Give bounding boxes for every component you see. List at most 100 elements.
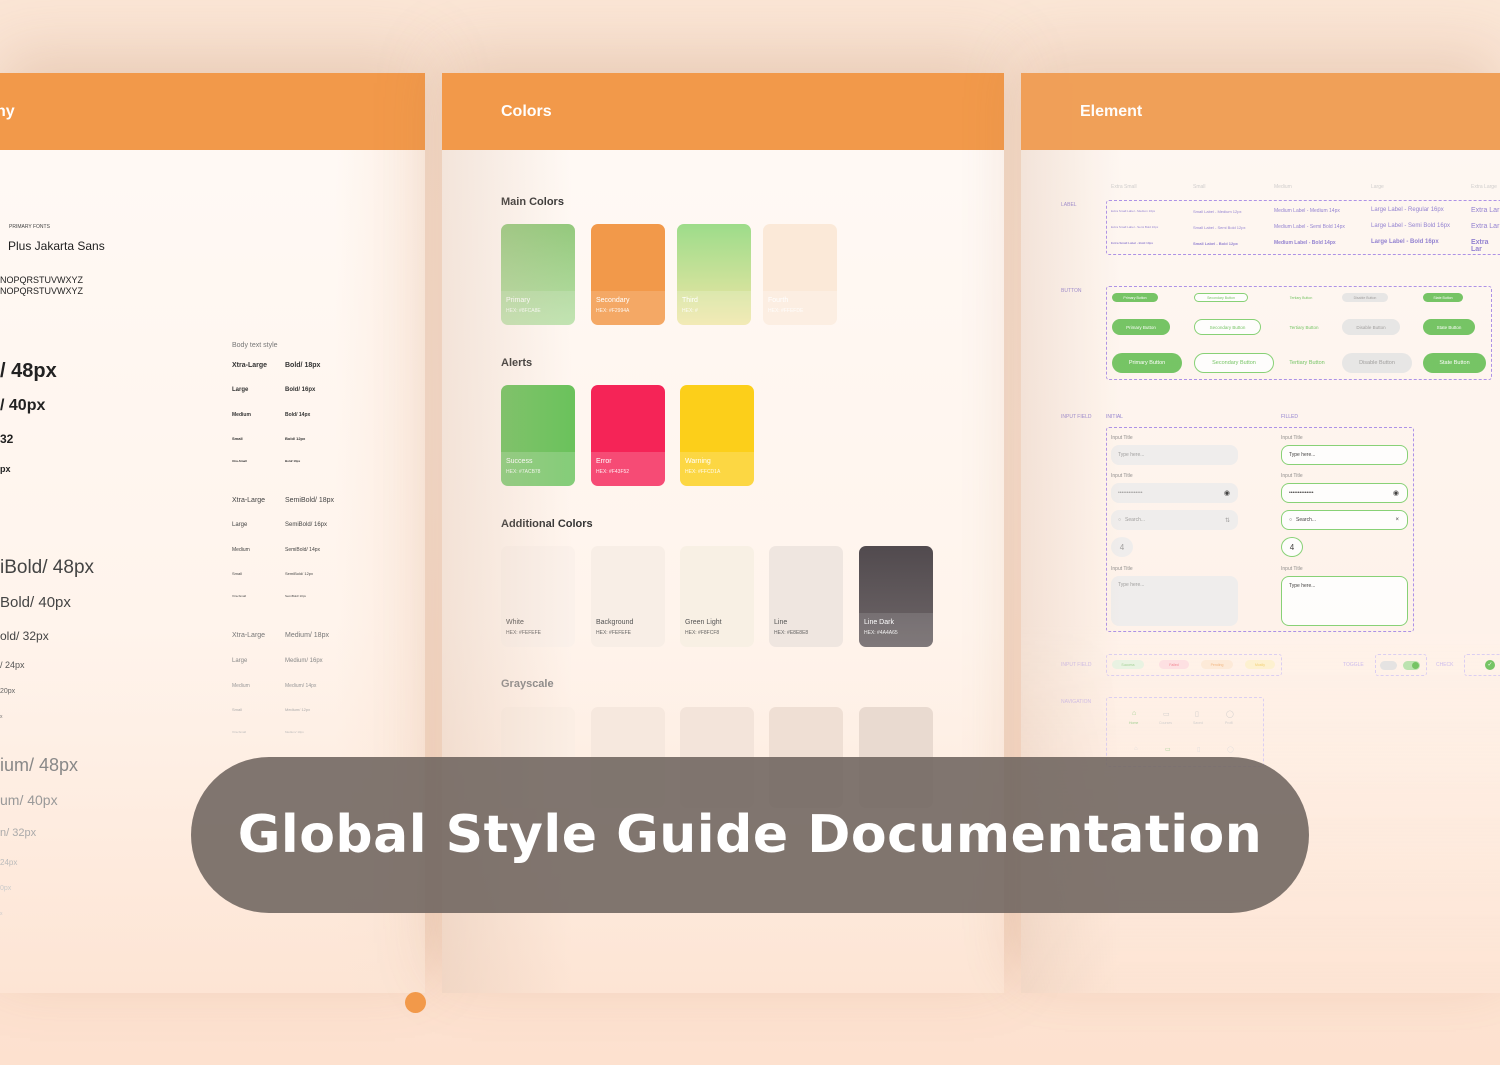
toggle-on[interactable] <box>1403 661 1420 670</box>
label-sample: Extra Small Label - Semi Bold 10px <box>1111 225 1159 229</box>
nav-item-home[interactable]: Home <box>1129 721 1138 725</box>
search-input-initial[interactable]: ○ Search... ⇅ <box>1111 510 1238 530</box>
swatch-third[interactable]: Third HEX: # <box>677 224 751 325</box>
alphabet-row-2: NOPQRSTUVWXYZ <box>0 286 84 296</box>
swatch-hex: HEX: #FFEFDE <box>768 308 804 314</box>
primary-button-large[interactable]: Primary Button <box>1112 353 1182 373</box>
heading-semibold-20: 20px <box>0 688 16 695</box>
colors-header: Colors <box>442 73 1004 150</box>
body-size: Xtra-Small <box>232 730 247 734</box>
text-input-initial[interactable]: Type here... <box>1111 445 1238 465</box>
banner-title: Global Style Guide Documentation <box>237 805 1263 865</box>
nav-item-courses[interactable]: Courses <box>1159 721 1172 725</box>
body-size: Xtra-Large <box>232 362 268 369</box>
swatch-line[interactable]: Line HEX: #E8E8E8 <box>769 546 843 647</box>
heading-semibold-24: / 24px <box>0 660 25 670</box>
input-title: Input Title <box>1111 473 1133 479</box>
body-size: Small <box>232 707 243 712</box>
label-sample: Medium Label - Semi Bold 14px <box>1274 224 1345 230</box>
heading-semibold-48: iBold/ 48px <box>0 557 95 578</box>
check-label: CHECK <box>1436 662 1454 668</box>
saved-icon[interactable]: ▯ <box>1195 710 1199 718</box>
swatch-background[interactable]: Background HEX: #FEFEFE <box>591 546 665 647</box>
home-icon[interactable]: ⌂ <box>1132 710 1136 717</box>
eye-icon[interactable]: ◉ <box>1224 489 1230 497</box>
body-size: Medium <box>232 547 250 553</box>
input-section-title: INPUT FIELD <box>1061 414 1092 420</box>
courses-icon[interactable]: ▭ <box>1165 746 1171 753</box>
textarea-initial[interactable]: Type here... <box>1111 576 1238 626</box>
secondary-button-large[interactable]: Secondary Button <box>1194 353 1274 373</box>
secondary-button-medium[interactable]: Secondary Button <box>1194 319 1261 335</box>
swatch-secondary[interactable]: Secondary HEX: #F2994A <box>591 224 665 325</box>
swatch-success[interactable]: Success HEX: #7ACB78 <box>501 385 575 486</box>
body-style: Bold/ 18px <box>285 362 321 369</box>
body-size: Xtra-Small <box>232 459 247 463</box>
password-input-filled[interactable]: •••••••••••••• ◉ <box>1281 483 1408 503</box>
eye-icon[interactable]: ◉ <box>1393 489 1399 497</box>
nav-item-saved[interactable]: Saved <box>1193 721 1203 725</box>
text-input-filled[interactable]: Type here... <box>1281 445 1408 465</box>
swatch-green-light[interactable]: Green Light HEX: #F8FCF8 <box>680 546 754 647</box>
state-button-medium[interactable]: State Button <box>1423 319 1475 335</box>
label-section-title: LABEL <box>1061 202 1077 208</box>
courses-icon[interactable]: ▭ <box>1163 710 1170 718</box>
state-button-large[interactable]: State Button <box>1423 353 1486 373</box>
profile-icon[interactable]: ◯ <box>1227 746 1234 753</box>
secondary-button-small[interactable]: Secondary Button <box>1194 293 1248 302</box>
heading-semibold-40: Bold/ 40px <box>0 594 71 611</box>
filled-label: FILLED <box>1281 414 1298 420</box>
tertiary-button-medium[interactable]: Tertiary Button <box>1277 319 1331 335</box>
state-button-small[interactable]: State Button <box>1423 293 1463 302</box>
stepper-filled[interactable]: 4 <box>1281 537 1303 557</box>
swatch-line-dark[interactable]: Line Dark HEX: #4A4A65 <box>859 546 933 647</box>
label-sample: Extra Lar <box>1471 239 1489 253</box>
body-style: SemiBold/ 16px <box>285 522 328 528</box>
grayscale-title: Grayscale <box>501 678 554 690</box>
body-size: Large <box>232 387 249 393</box>
navigation-section-title: NAVIGATION <box>1061 699 1092 705</box>
swatch-hex: HEX: #E8E8E8 <box>774 630 809 636</box>
swatch-hex: HEX: #F2994A <box>596 308 630 314</box>
primary-fonts-label: PRIMARY FONTS <box>9 224 50 230</box>
password-input-initial[interactable]: •••••••••••••• ◉ <box>1111 483 1238 503</box>
swatch-error[interactable]: Error HEX: #F43F52 <box>591 385 665 486</box>
close-icon[interactable]: × <box>1395 517 1399 523</box>
body-style: SemiBold/ 10px <box>285 594 307 598</box>
swatch-hex: HEX: #F43F52 <box>596 469 630 475</box>
textarea-filled[interactable]: Type here... <box>1281 576 1408 626</box>
nav-item-profil[interactable]: Profil <box>1225 721 1233 725</box>
tertiary-button-small[interactable]: Tertiary Button <box>1277 293 1325 302</box>
primary-button-small[interactable]: Primary Button <box>1112 293 1158 302</box>
swatch-fourth[interactable]: Fourth HEX: #FFEFDE <box>763 224 837 325</box>
profile-icon[interactable]: ◯ <box>1226 710 1234 718</box>
label-col: Extra Large <box>1471 184 1497 190</box>
saved-icon[interactable]: ▯ <box>1197 746 1200 753</box>
swatch-warning[interactable]: Warning HEX: #FFCD1A <box>680 385 754 486</box>
swatch-primary[interactable]: Primary HEX: #8FCA8E <box>501 224 575 325</box>
tertiary-button-large[interactable]: Tertiary Button <box>1277 353 1337 373</box>
heading-medium-20: 0px <box>0 885 12 892</box>
label-sample: Medium Label - Medium 14px <box>1274 208 1340 214</box>
search-input-filled[interactable]: ○ Search... × <box>1281 510 1408 530</box>
primary-button-medium[interactable]: Primary Button <box>1112 319 1170 335</box>
stepper-initial[interactable]: 4 <box>1111 537 1133 557</box>
input-title: Input Title <box>1281 566 1303 572</box>
toggle-off[interactable] <box>1380 661 1397 670</box>
stage: hy PRIMARY FONTS Plus Jakarta Sans NOPQR… <box>0 0 1500 1065</box>
heading-semibold-32: old/ 32px <box>0 629 49 643</box>
swatch-name: Third <box>682 297 698 304</box>
check-icon[interactable]: ✓ <box>1485 660 1495 670</box>
swatch-white[interactable]: White HEX: #FEFEFE <box>501 546 575 647</box>
label-sample: Large Label - Semi Bold 16px <box>1371 223 1451 229</box>
status-chip-mostly: Mostly <box>1245 660 1275 669</box>
label-col: Small <box>1193 184 1206 190</box>
label-col: Medium <box>1274 184 1292 190</box>
swap-icon[interactable]: ⇅ <box>1225 517 1230 524</box>
heading-medium-24: 24px <box>0 858 18 867</box>
swatch-name: White <box>506 619 524 626</box>
label-col: Extra Small <box>1111 184 1137 190</box>
body-style: Medium/ 12px <box>285 707 311 712</box>
home-icon[interactable]: ⌂ <box>1134 746 1138 752</box>
heading-medium-16: x <box>0 911 3 917</box>
